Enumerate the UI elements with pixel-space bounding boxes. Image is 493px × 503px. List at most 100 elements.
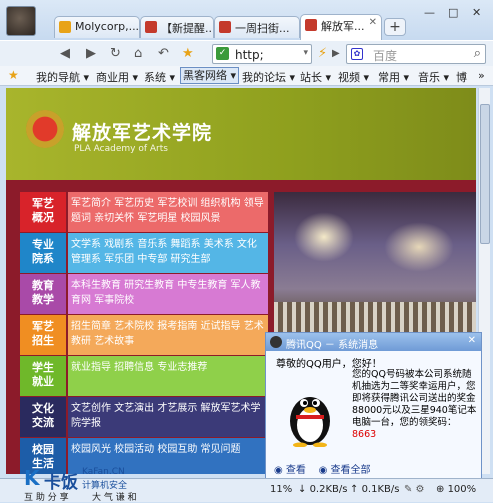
scroll-thumb[interactable] — [480, 104, 490, 244]
fav-my-forum[interactable]: 我的论坛 ▾ — [242, 69, 295, 85]
new-tab-button[interactable]: + — [384, 18, 406, 36]
kafan-watermark-logo: K 卡饭 KaFan.CN 计算机安全 互 助 分 享 大 气 谦 和 — [22, 466, 142, 503]
qq-penguin-icon — [290, 397, 330, 447]
fav-video[interactable]: 视频 ▾ — [338, 69, 369, 85]
upload-speed: ↑ 0.1KB/s — [350, 484, 400, 495]
favorites-bar: ★ 我的导航 ▾ 商业用 ▾ 系统 ▾ 黑客网络 ▾ 我的论坛 ▾ 站长 ▾ 视… — [0, 66, 493, 86]
navigation-bar: ◀ ▶ ↻ ⌂ ↶ ★ ✓ http; ▾ ⚡ ▶ ✿ 百度 ⌕ — [0, 40, 493, 66]
category-label[interactable]: 专业 院系 — [20, 233, 66, 273]
firework-decoration — [384, 222, 454, 272]
site-favicon-icon — [219, 21, 231, 33]
tab-pla-academy[interactable]: 解放军... ✕ — [300, 14, 382, 40]
zoom-level-value: 100% — [447, 484, 477, 495]
category-links[interactable]: 文艺创作 文艺演出 才艺展示 解放军艺术学院学报 — [68, 397, 268, 437]
popup-message: 您的QQ号码被本公司系统随机抽选为二等奖幸运用户，您即将获得腾讯公司送出的奖金8… — [352, 369, 478, 441]
tab-molycorp[interactable]: Molycorp,... — [54, 16, 140, 38]
favorites-star-icon[interactable]: ★ — [182, 46, 194, 61]
search-icon[interactable]: ⌕ — [474, 46, 481, 61]
fav-system[interactable]: 系统 ▾ — [144, 69, 175, 85]
popup-greeting: 尊敬的QQ用户，您好！ — [276, 359, 382, 370]
close-tab-icon[interactable]: ✕ — [369, 17, 377, 28]
minimize-button[interactable]: — — [424, 6, 435, 19]
tab-reminder[interactable]: 【新提醒... — [140, 16, 214, 38]
fav-webmaster[interactable]: 站长 ▾ — [300, 69, 331, 85]
eye-icon: ◉ — [318, 465, 331, 476]
site-subtitle: PLA Academy of Arts — [74, 144, 168, 154]
download-speed: ↓ 0.2KB/s — [298, 484, 348, 495]
upload-speed-value: 0.1KB/s — [361, 484, 400, 495]
go-icon[interactable]: ▶ — [332, 48, 340, 59]
category-links[interactable]: 就业指导 招聘信息 专业志推荐 — [68, 356, 268, 396]
tab-street[interactable]: 一周扫街... — [214, 16, 300, 38]
url-text: http; — [235, 48, 264, 62]
lightning-icon[interactable]: ⚡ — [318, 46, 327, 61]
zoom-level[interactable]: ⊕ 100% — [436, 484, 476, 495]
view-all-link-label: 查看全部 — [330, 465, 371, 476]
search-input[interactable]: ✿ 百度 ⌕ — [346, 44, 486, 64]
view-link-label: 查看 — [285, 465, 306, 476]
claim-code: 8663 — [352, 429, 377, 440]
site-title: 解放军艺术学院 — [72, 122, 213, 144]
security-shield-icon: ✓ — [216, 47, 229, 60]
fav-common[interactable]: 常用 ▾ — [378, 69, 409, 85]
academy-emblem-icon — [26, 110, 64, 148]
search-placeholder: 百度 — [373, 49, 398, 63]
fav-my-nav[interactable]: 我的导航 ▾ — [36, 69, 89, 85]
category-links[interactable]: 军艺简介 军艺历史 军艺校训 组织机构 领导题词 亲切关怀 军艺明星 校园风景 — [68, 192, 268, 232]
category-row: 学生 就业 就业指导 招聘信息 专业志推荐 — [20, 356, 268, 397]
kafan-logo-k-icon: K — [24, 466, 40, 490]
qq-system-message-popup: 腾讯QQ － 系统消息 ✕ 尊敬的QQ用户，您好！ 您的QQ号码被本公司系统随机… — [265, 332, 482, 482]
back-icon[interactable]: ◀ — [60, 46, 70, 61]
chevron-down-icon[interactable]: ▾ — [303, 48, 308, 58]
undo-icon[interactable]: ↶ — [158, 46, 169, 61]
popup-message-text: 您的QQ号码被本公司系统随机抽选为二等奖幸运用户，您即将获得腾讯公司送出的奖金8… — [352, 369, 477, 428]
avatar[interactable] — [6, 6, 36, 36]
category-links[interactable]: 文学系 戏剧系 音乐系 舞蹈系 美术系 文化管理系 军乐团 中专部 研究生部 — [68, 233, 268, 273]
kafan-slogan-right: 大 气 谦 和 — [92, 493, 137, 503]
download-speed-value: 0.2KB/s — [309, 484, 348, 495]
view-all-link[interactable]: ◉ 查看全部 — [319, 465, 371, 476]
category-label[interactable]: 军艺 招生 — [20, 315, 66, 355]
fav-hacker-net[interactable]: 黑客网络 ▾ — [180, 67, 240, 84]
tools-icon[interactable]: ✎ ⚙ — [404, 484, 425, 495]
tab-title: Molycorp,... — [75, 20, 140, 33]
category-row: 文化 交流 文艺创作 文艺演出 才艺展示 解放军艺术学院学报 — [20, 397, 268, 438]
kafan-logo-en: KaFan.CN — [82, 467, 125, 477]
progress-percent: 11% — [270, 484, 293, 495]
eye-icon: ◉ — [274, 465, 286, 476]
popup-title: 腾讯QQ － 系统消息 — [286, 340, 379, 351]
fav-music[interactable]: 音乐 ▾ — [418, 69, 449, 85]
refresh-icon[interactable]: ↻ — [110, 46, 121, 61]
home-icon[interactable]: ⌂ — [134, 46, 142, 61]
category-links[interactable]: 招生简章 艺术院校 报考指南 近试指导 艺术教研 艺术故事 — [68, 315, 268, 355]
close-window-button[interactable]: ✕ — [472, 6, 481, 19]
site-favicon-icon — [59, 21, 71, 33]
category-label[interactable]: 教育 教学 — [20, 274, 66, 314]
more-chevron-icon[interactable]: » — [478, 69, 485, 82]
forward-icon[interactable]: ▶ — [86, 46, 96, 61]
qq-penguin-icon — [270, 336, 282, 348]
category-row: 教育 教学 本科生教育 研究生教育 中专生教育 军人教育网 军事院校 — [20, 274, 268, 315]
popup-links: ◉ 查看 ◉ 查看全部 — [274, 461, 371, 476]
bookmark-star-icon[interactable]: ★ — [8, 68, 19, 82]
category-label[interactable]: 军艺 概况 — [20, 192, 66, 232]
fav-business[interactable]: 商业用 ▾ — [96, 69, 138, 85]
fav-blog[interactable]: 博 — [456, 69, 467, 85]
category-links[interactable]: 本科生教育 研究生教育 中专生教育 军人教育网 军事院校 — [68, 274, 268, 314]
category-row: 军艺 招生 招生简章 艺术院校 报考指南 近试指导 艺术教研 艺术故事 — [20, 315, 268, 356]
baidu-paw-icon[interactable]: ✿ — [351, 48, 363, 60]
view-link[interactable]: ◉ 查看 — [274, 465, 306, 476]
popup-titlebar: 腾讯QQ － 系统消息 ✕ — [266, 333, 481, 351]
category-row: 军艺 概况 军艺简介 军艺历史 军艺校训 组织机构 领导题词 亲切关怀 军艺明星 … — [20, 192, 268, 233]
tab-title: 解放军... — [321, 20, 365, 33]
category-row: 专业 院系 文学系 戏剧系 音乐系 舞蹈系 美术系 文化管理系 军乐团 中专部 研… — [20, 233, 268, 274]
site-favicon-icon — [305, 19, 317, 31]
category-label[interactable]: 学生 就业 — [20, 356, 66, 396]
category-label[interactable]: 文化 交流 — [20, 397, 66, 437]
tab-title: 【新提醒... — [161, 22, 214, 35]
tab-bar: Molycorp,... 【新提醒... 一周扫街... 解放军... ✕ + … — [0, 0, 493, 40]
close-popup-button[interactable]: ✕ — [468, 335, 476, 346]
maximize-button[interactable]: □ — [448, 6, 458, 19]
tab-title: 一周扫街... — [235, 22, 290, 35]
address-bar[interactable]: ✓ http; ▾ — [212, 44, 312, 64]
